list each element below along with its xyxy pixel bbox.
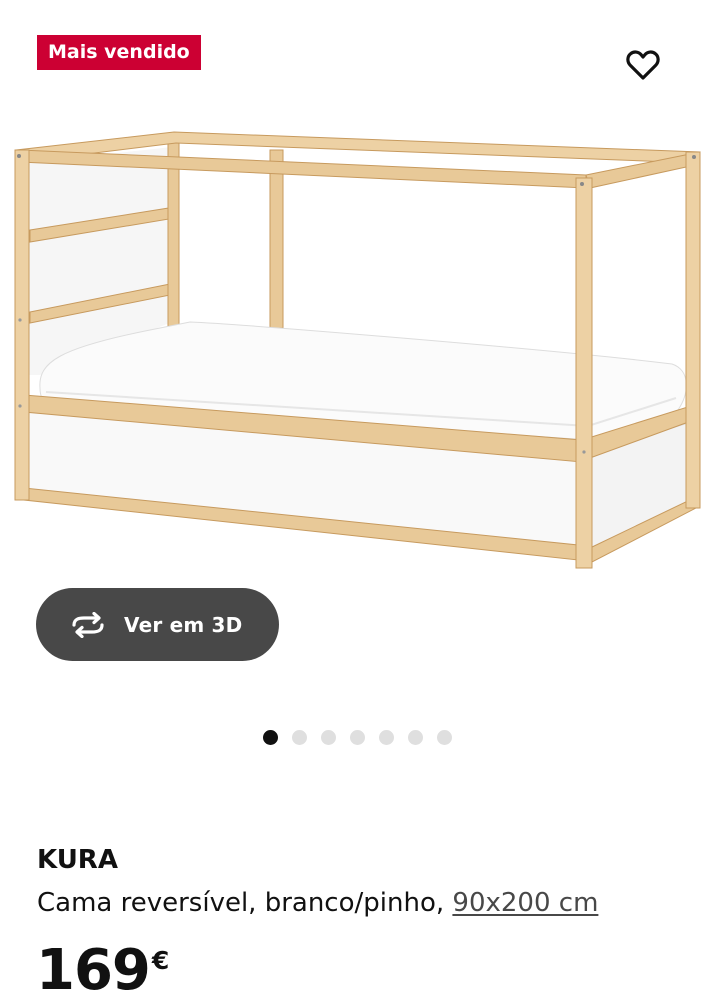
carousel-dot[interactable] — [437, 730, 452, 745]
price-amount: 169 — [36, 938, 151, 1003]
carousel-dot[interactable] — [408, 730, 423, 745]
carousel-dot[interactable] — [321, 730, 336, 745]
favorite-button[interactable] — [620, 44, 666, 86]
view-3d-label: Ver em 3D — [124, 612, 243, 637]
product-price: 169 € — [36, 936, 169, 1006]
carousel-dot[interactable] — [292, 730, 307, 745]
best-seller-badge: Mais vendido — [37, 35, 201, 70]
carousel-dot[interactable] — [379, 730, 394, 745]
product-description: Cama reversível, branco/pinho, 90x200 cm — [37, 888, 598, 918]
rotate-3d-icon — [68, 611, 108, 639]
carousel-indicator — [263, 730, 452, 745]
product-image — [14, 131, 701, 569]
carousel-dot[interactable] — [350, 730, 365, 745]
price-currency: € — [151, 946, 170, 975]
heart-outline-icon — [626, 50, 660, 80]
product-name: KURA — [37, 845, 118, 875]
view-3d-button[interactable]: Ver em 3D — [36, 588, 279, 661]
carousel-dot[interactable] — [263, 730, 278, 745]
size-link[interactable]: 90x200 cm — [452, 888, 598, 918]
product-description-text: Cama reversível, branco/pinho, — [37, 888, 445, 918]
